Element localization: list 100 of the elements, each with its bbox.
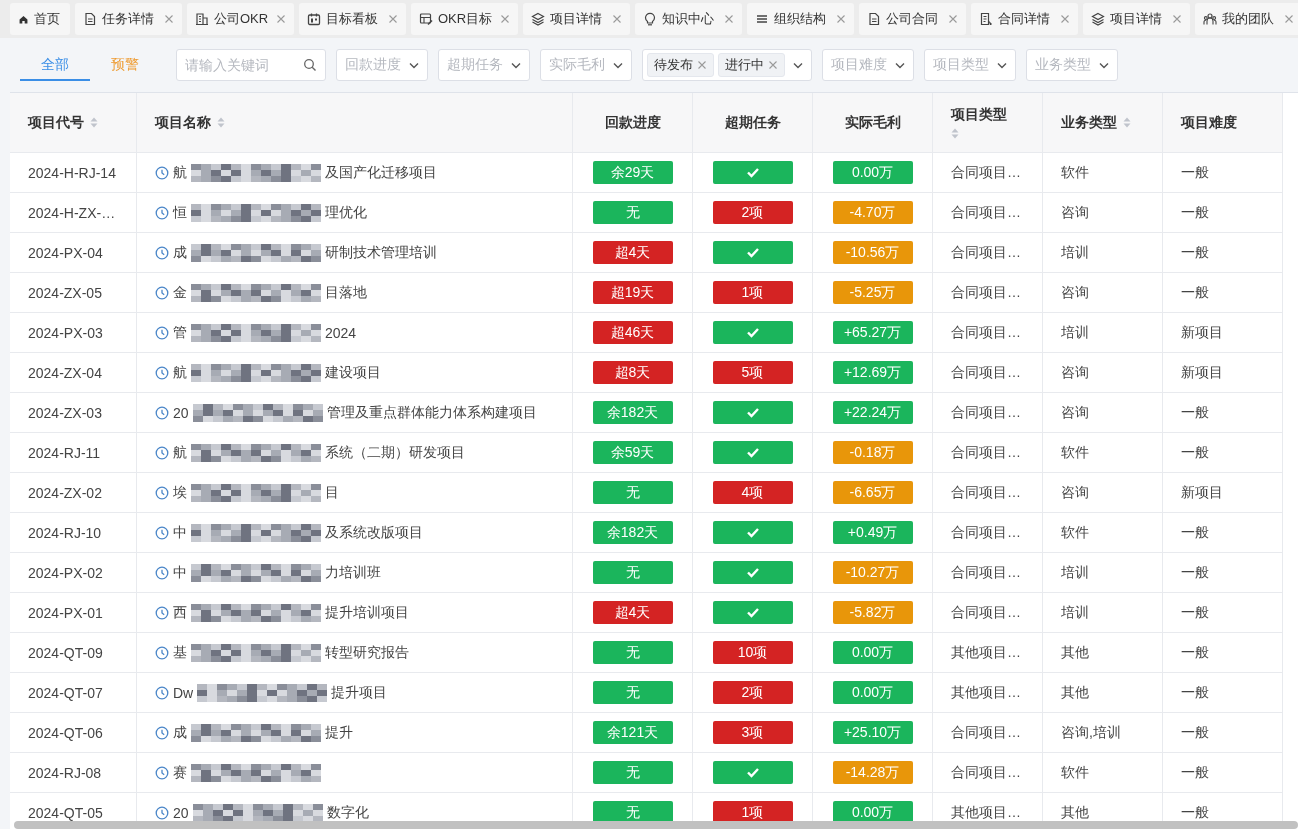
payment-badge: 余182天 [592,401,673,424]
project-name-start[interactable]: 赛 [173,763,187,782]
status-select[interactable]: 待发布 进行中 [642,49,812,81]
project-name-end[interactable]: 转型研究报告 [325,643,409,662]
project-name-end[interactable]: 2024 [325,324,357,341]
column-header: 业务类型 [1043,93,1163,153]
page-tab[interactable]: 公司合同 [859,3,966,35]
table-cell: 新项目 [1163,473,1283,513]
building-icon [195,12,209,26]
table-cell: 咨询 [1043,393,1163,433]
project-name-end[interactable]: 目 [325,483,339,502]
project-name-start[interactable]: 金 [173,283,187,302]
project-name-start[interactable]: 航 [173,443,187,462]
close-icon[interactable] [164,14,174,24]
close-icon[interactable] [1284,14,1294,24]
chevron-down-icon [895,61,905,69]
payment-badge: 超8天 [592,361,673,384]
close-icon[interactable] [948,14,958,24]
page-tab[interactable]: OKR目标 [411,3,518,35]
project-name-end[interactable]: 研制技术管理培训 [325,243,437,262]
payment-badge: 无 [592,681,673,704]
table-cell: 2024-ZX-03 [10,393,137,433]
page-tab[interactable]: 公司OKR [187,3,294,35]
table-cell: 合同项目… [933,713,1043,753]
payment-badge: 超46天 [592,321,673,344]
project-name-start[interactable]: 基 [173,643,187,662]
close-icon[interactable] [388,14,398,24]
project-name-end[interactable]: 系统（二期）研发项目 [325,443,465,462]
project-name-end[interactable]: 提升培训项目 [325,603,409,622]
project-name-start[interactable]: 埃 [173,483,187,502]
project-name-start[interactable]: 成 [173,723,187,742]
page-tab[interactable]: 合同详情 [971,3,1078,35]
table-cell: 2024-PX-02 [10,553,137,593]
table-cell: 一般 [1163,273,1283,313]
filter-tag[interactable]: 进行中 [718,53,785,77]
close-icon[interactable] [612,14,622,24]
sort-icon[interactable] [1123,117,1131,128]
project-name-start[interactable]: 20 [173,804,189,821]
search-icon [303,58,317,72]
project-name-start[interactable]: 中 [173,563,187,582]
page-tab[interactable]: 知识中心 [635,3,742,35]
page-tab[interactable]: 目标看板 [299,3,406,35]
project-name-end[interactable]: 及国产化迁移项目 [325,163,437,182]
close-icon[interactable] [500,14,510,24]
close-icon[interactable] [724,14,734,24]
margin-badge: +0.49万 [832,521,913,544]
project-name-start[interactable]: Dw [173,684,194,701]
project-name-start[interactable]: 西 [173,603,187,622]
column-header: 项目类型 [933,93,1043,153]
margin-badge: +25.10万 [832,721,913,744]
close-icon[interactable] [1172,14,1182,24]
margin-badge: -14.28万 [832,761,913,784]
project-name-start[interactable]: 航 [173,163,187,182]
table-cell: 培训 [1043,593,1163,633]
clock-icon [155,325,169,340]
table-cell: 2024-PX-01 [10,593,137,633]
margin-badge: +12.69万 [832,361,913,384]
page-tab[interactable]: 项目详情 [1083,3,1190,35]
table-cell: 合同项目… [933,353,1043,393]
close-icon[interactable] [836,14,846,24]
margin-badge: 0.00万 [832,161,913,184]
sort-icon[interactable] [90,117,98,128]
project-name-start[interactable]: 20 [173,404,189,421]
close-icon[interactable] [768,60,778,70]
project-name-start[interactable]: 恒 [173,203,187,222]
sort-icon[interactable] [951,128,959,139]
horizontal-scrollbar[interactable] [14,821,1298,829]
page-tab[interactable]: 任务详情 [75,3,182,35]
project-name-end[interactable]: 管理及重点群体能力体系构建项目 [326,403,537,422]
table-cell: 合同项目… [933,593,1043,633]
page-tab[interactable]: 组织结构 [747,3,854,35]
overdue-badge: 10项 [712,641,793,664]
project-name-start[interactable]: 中 [173,523,187,542]
project-name-end[interactable]: 及系统改版项目 [325,523,423,542]
page-tab[interactable]: 项目详情 [523,3,630,35]
search-field[interactable]: 请输入关键词 [176,49,326,81]
project-name-end[interactable]: 提升项目 [331,683,388,702]
project-name-end[interactable]: 理优化 [325,203,367,222]
project-name-start[interactable]: 管 [173,323,187,342]
page-tab[interactable]: 首页 [10,3,70,35]
table-cell: 软件 [1043,433,1163,473]
page-tab[interactable]: 我的团队 [1195,3,1298,35]
table-cell: 2024-ZX-05 [10,273,137,313]
payment-badge: 无 [592,481,673,504]
close-icon[interactable] [276,14,286,24]
close-icon[interactable] [1060,14,1070,24]
filter-tag[interactable]: 待发布 [647,53,714,77]
project-name-end[interactable]: 力培训班 [325,563,381,582]
clock-icon [155,205,169,220]
project-name-end[interactable]: 提升 [325,723,353,742]
project-name-end[interactable]: 数字化 [326,803,369,822]
project-name-start[interactable]: 航 [173,363,187,382]
table-cell: 一般 [1163,753,1283,793]
sort-icon[interactable] [217,117,225,128]
project-name-end[interactable]: 建设项目 [325,363,381,382]
table-cell: 一般 [1163,673,1283,713]
table-cell: 合同项目… [933,393,1043,433]
project-name-end[interactable]: 目落地 [325,283,367,302]
close-icon[interactable] [697,60,707,70]
project-name-start[interactable]: 成 [173,243,187,262]
